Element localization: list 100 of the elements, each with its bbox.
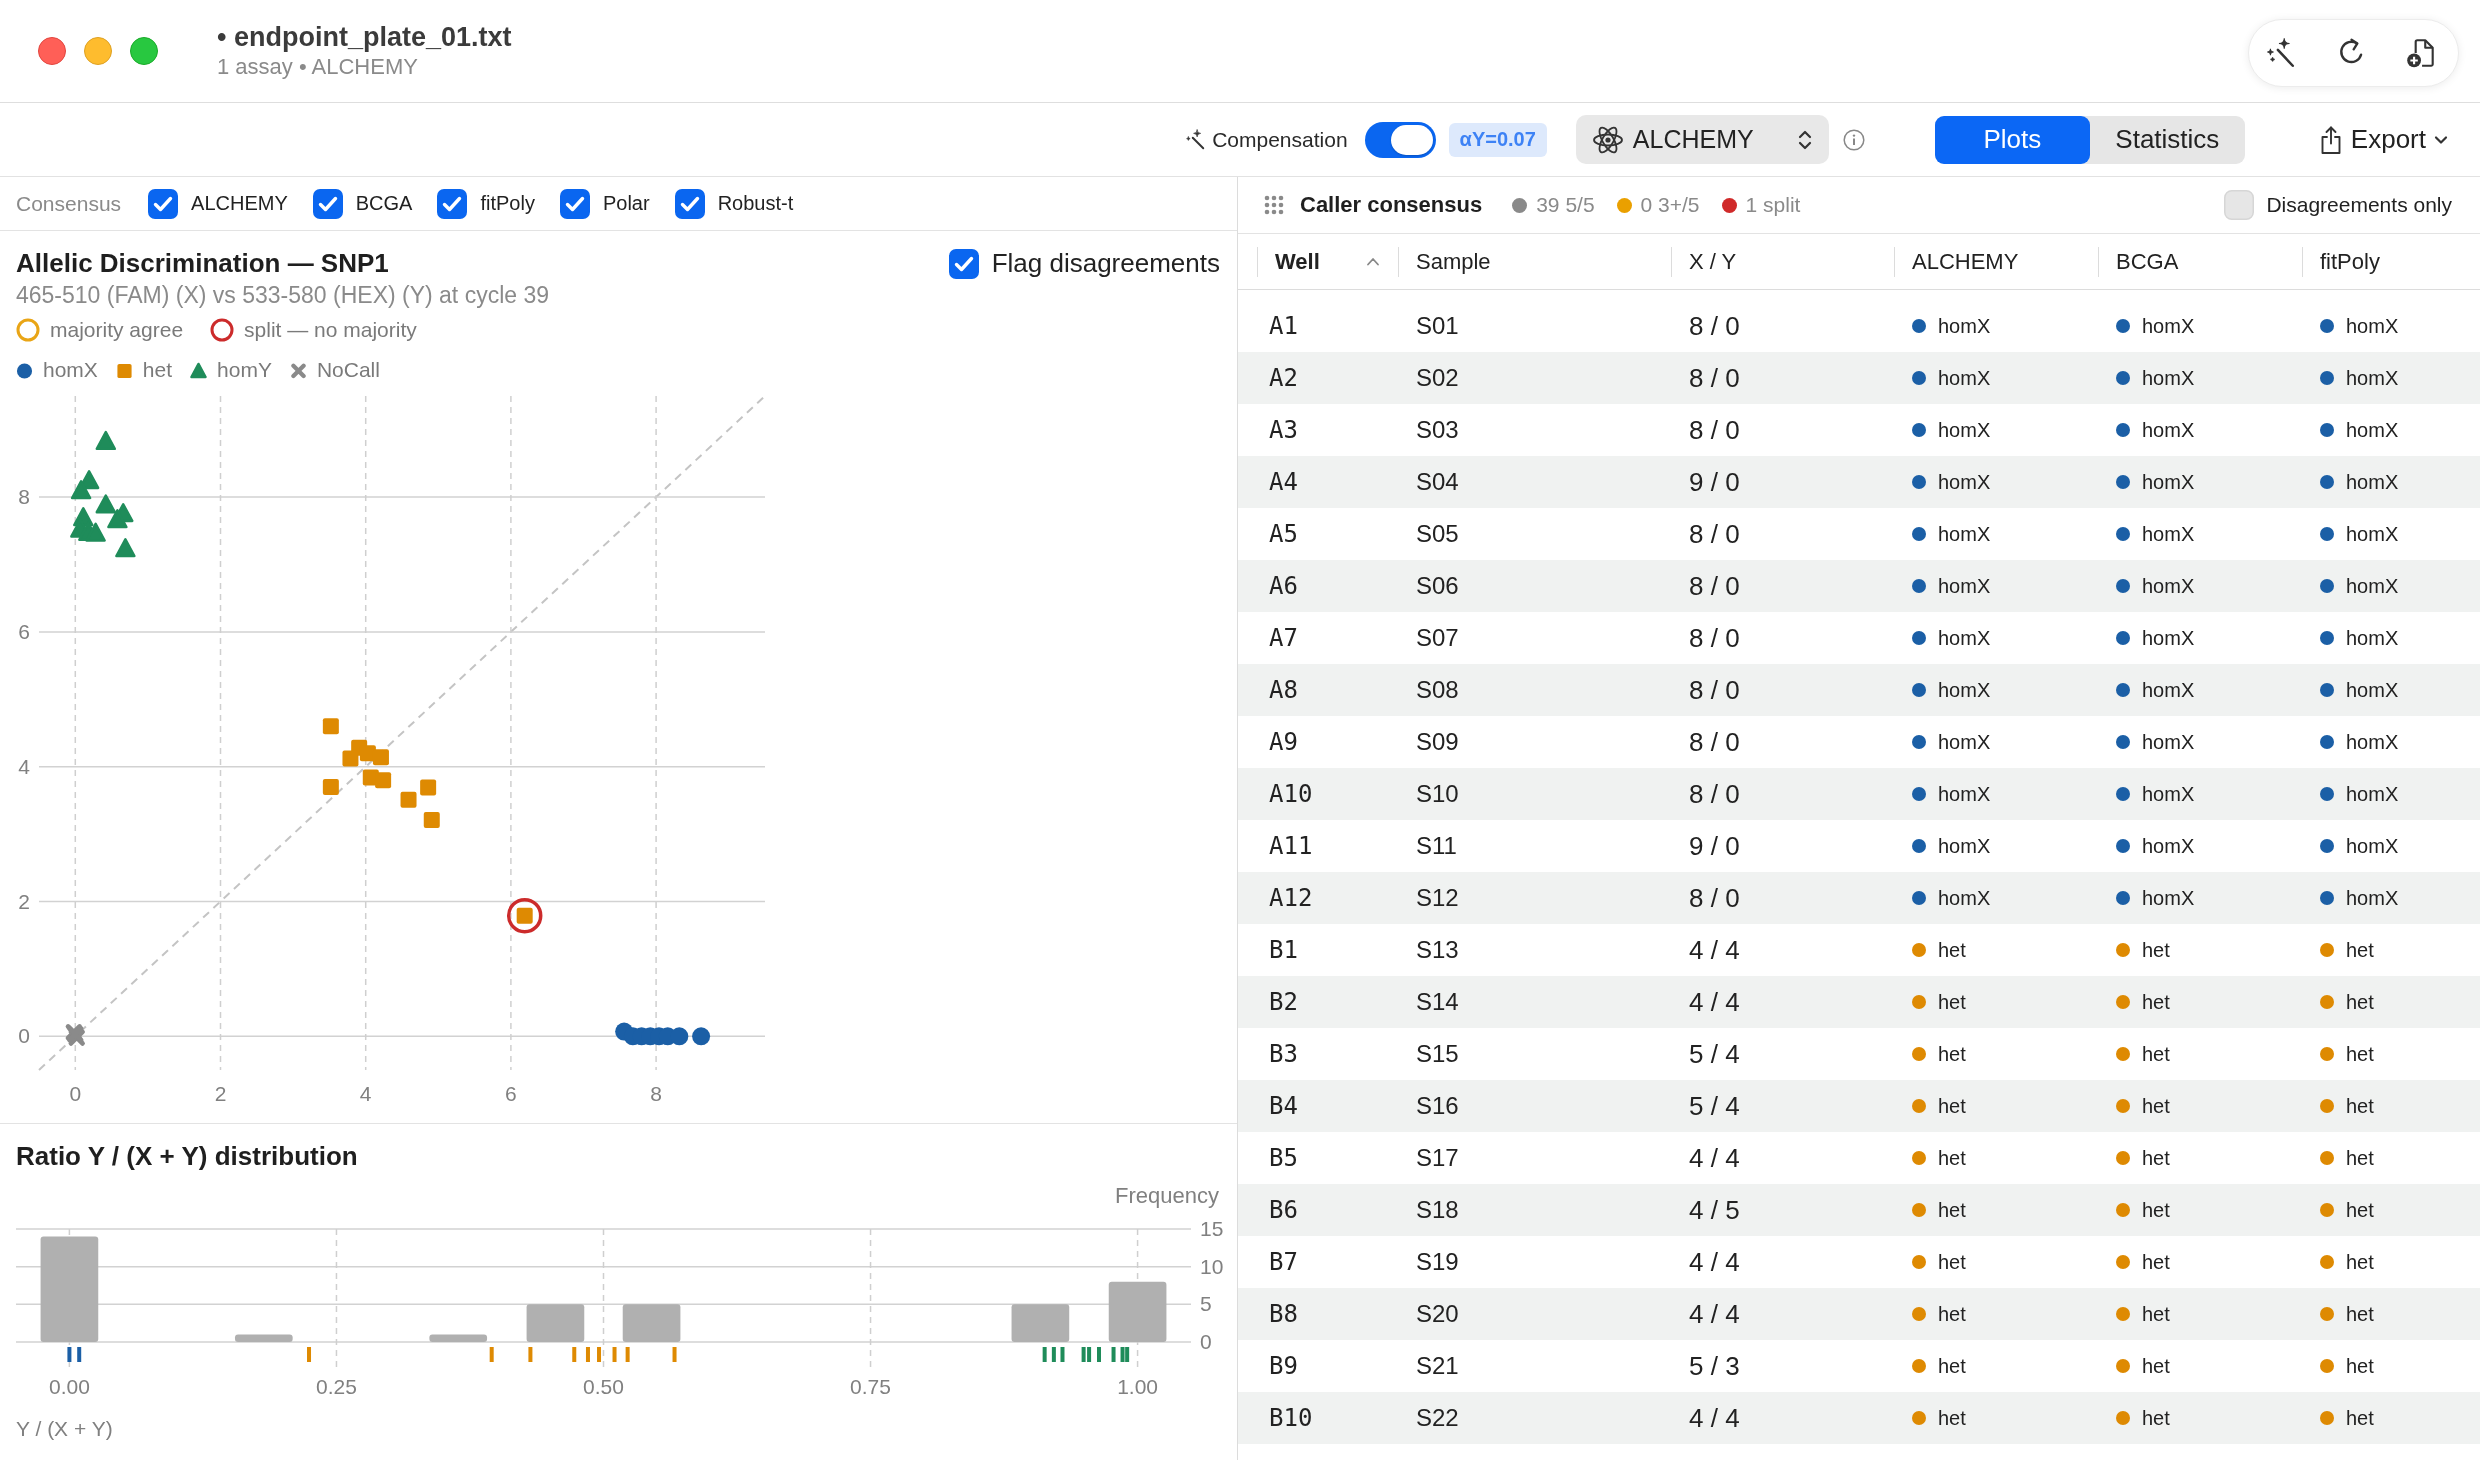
- genotype-label: het: [2346, 1302, 2374, 1326]
- genotype-label: homX: [2346, 418, 2399, 442]
- genotype-label: homX: [1938, 418, 1991, 442]
- table-cell: 4 / 4: [1689, 1142, 1740, 1174]
- axis-label: 5: [1200, 1292, 1212, 1316]
- table-cell: S17: [1416, 1144, 1459, 1172]
- genotype-label: het: [2142, 1406, 2170, 1430]
- table-cell: B8: [1269, 1300, 1298, 1328]
- table-cell: 5 / 4: [1689, 1038, 1740, 1070]
- genotype-label: homX: [2346, 522, 2399, 546]
- genotype-label: homX: [2142, 470, 2195, 494]
- table-cell: 9 / 0: [1689, 466, 1740, 498]
- table-cell: 4 / 5: [1689, 1194, 1740, 1226]
- table-cell: S19: [1416, 1248, 1459, 1276]
- genotype-label: het: [2346, 1042, 2374, 1066]
- table-cell: 8 / 0: [1689, 570, 1740, 602]
- genotype-label: het: [2346, 1354, 2374, 1378]
- genotype-label: homX: [2142, 730, 2195, 754]
- table-cell: S05: [1416, 520, 1459, 548]
- table-cell: 8 / 0: [1689, 518, 1740, 550]
- table-cell: A5: [1269, 520, 1298, 548]
- consensus-label: Consensus: [16, 191, 122, 216]
- table-cell: S11: [1416, 832, 1457, 860]
- genotype-label: homX: [1938, 470, 1991, 494]
- table-cell: S01: [1416, 312, 1459, 340]
- genotype-label: het: [2142, 1042, 2170, 1066]
- genotype-label: het: [1938, 1302, 1966, 1326]
- table-cell: S12: [1416, 884, 1459, 912]
- table-cell: 4 / 4: [1689, 934, 1740, 966]
- legend-label: NoCall: [316, 358, 380, 382]
- table-cell: B2: [1269, 988, 1298, 1016]
- legend-label: split — no majority: [244, 318, 417, 342]
- table-cell: S21: [1416, 1352, 1459, 1380]
- table-cell: 8 / 0: [1689, 778, 1740, 810]
- genotype-label: het: [1938, 1146, 1966, 1170]
- table-cell: 4 / 4: [1689, 986, 1740, 1018]
- genotype-label: het: [2346, 938, 2374, 962]
- legend-label: homY: [217, 358, 272, 382]
- table-cell: 8 / 0: [1689, 362, 1740, 394]
- axis-label: 0: [1200, 1330, 1212, 1353]
- genotype-label: het: [1938, 938, 1966, 962]
- axis-label: 15: [1200, 1217, 1224, 1240]
- genotype-label: homX: [2142, 314, 2195, 338]
- table-cell: B9: [1269, 1352, 1298, 1380]
- axis-label: 6: [505, 1082, 517, 1105]
- axis-label: 8: [650, 1082, 662, 1105]
- table-cell: S15: [1416, 1040, 1459, 1068]
- table-cell: B7: [1269, 1248, 1298, 1276]
- genotype-label: het: [2142, 938, 2170, 962]
- table-cell: 8 / 0: [1689, 414, 1740, 446]
- genotype-label: het: [1938, 1354, 1966, 1378]
- table-cell: A1: [1269, 312, 1298, 340]
- genotype-label: het: [2142, 1302, 2170, 1326]
- checkbox-label: Robust-t: [717, 192, 794, 215]
- genotype-label: het: [2142, 1094, 2170, 1118]
- table-cell: S02: [1416, 364, 1459, 392]
- table-cell: S06: [1416, 572, 1459, 600]
- genotype-label: homX: [2346, 366, 2399, 390]
- axis-label: 0: [69, 1082, 82, 1105]
- legend-label: homX: [43, 358, 98, 382]
- genotype-label: homX: [1938, 366, 1991, 390]
- table-cell: 4 / 4: [1689, 1402, 1740, 1434]
- table-cell: 8 / 0: [1689, 622, 1740, 654]
- genotype-label: homX: [1938, 314, 1991, 338]
- table-cell: A4: [1269, 468, 1298, 496]
- genotype-label: homX: [2346, 834, 2399, 858]
- stat-label: 39 5/5: [1536, 193, 1595, 217]
- genotype-label: homX: [1938, 730, 1991, 754]
- table-cell: 8 / 0: [1689, 726, 1740, 758]
- axis-label: 10: [1200, 1254, 1224, 1278]
- axis-label: 0.25: [316, 1375, 357, 1398]
- genotype-label: het: [2142, 1250, 2170, 1274]
- chart-subtitle: 465-510 (FAM) (X) vs 533-580 (HEX) (Y) at cycle 39: [16, 281, 550, 309]
- checkbox-label: Flag disagreements: [991, 248, 1220, 279]
- table-cell: S03: [1416, 416, 1459, 444]
- genotype-label: het: [1938, 1094, 1966, 1118]
- table-cell: 4 / 4: [1689, 1246, 1740, 1278]
- genotype-label: het: [2346, 1198, 2374, 1222]
- window-subtitle: 1 assay • ALCHEMY: [217, 53, 418, 81]
- genotype-label: homX: [2142, 418, 2195, 442]
- genotype-label: homX: [2346, 574, 2399, 598]
- genotype-label: het: [2142, 1146, 2170, 1170]
- axis-title: Y / (X + Y): [16, 1416, 113, 1442]
- genotype-label: homX: [1938, 834, 1991, 858]
- axis-label: 6: [18, 619, 30, 643]
- stat-label: 0 3+/5: [1640, 193, 1700, 217]
- table-cell: S16: [1416, 1092, 1459, 1120]
- table-cell: 9 / 0: [1689, 830, 1740, 862]
- genotype-label: homX: [2346, 730, 2399, 754]
- table-cell: S07: [1416, 624, 1459, 652]
- genotype-label: homX: [1938, 678, 1991, 702]
- genotype-label: het: [2346, 1094, 2374, 1118]
- table-cell: A9: [1269, 728, 1298, 756]
- genotype-label: het: [1938, 990, 1966, 1014]
- table-cell: 5 / 4: [1689, 1090, 1740, 1122]
- genotype-label: het: [2346, 990, 2374, 1014]
- genotype-label: homX: [1938, 782, 1991, 806]
- legend-label: het: [142, 358, 173, 382]
- axis-title: Frequency: [1115, 1183, 1219, 1209]
- genotype-label: het: [1938, 1042, 1966, 1066]
